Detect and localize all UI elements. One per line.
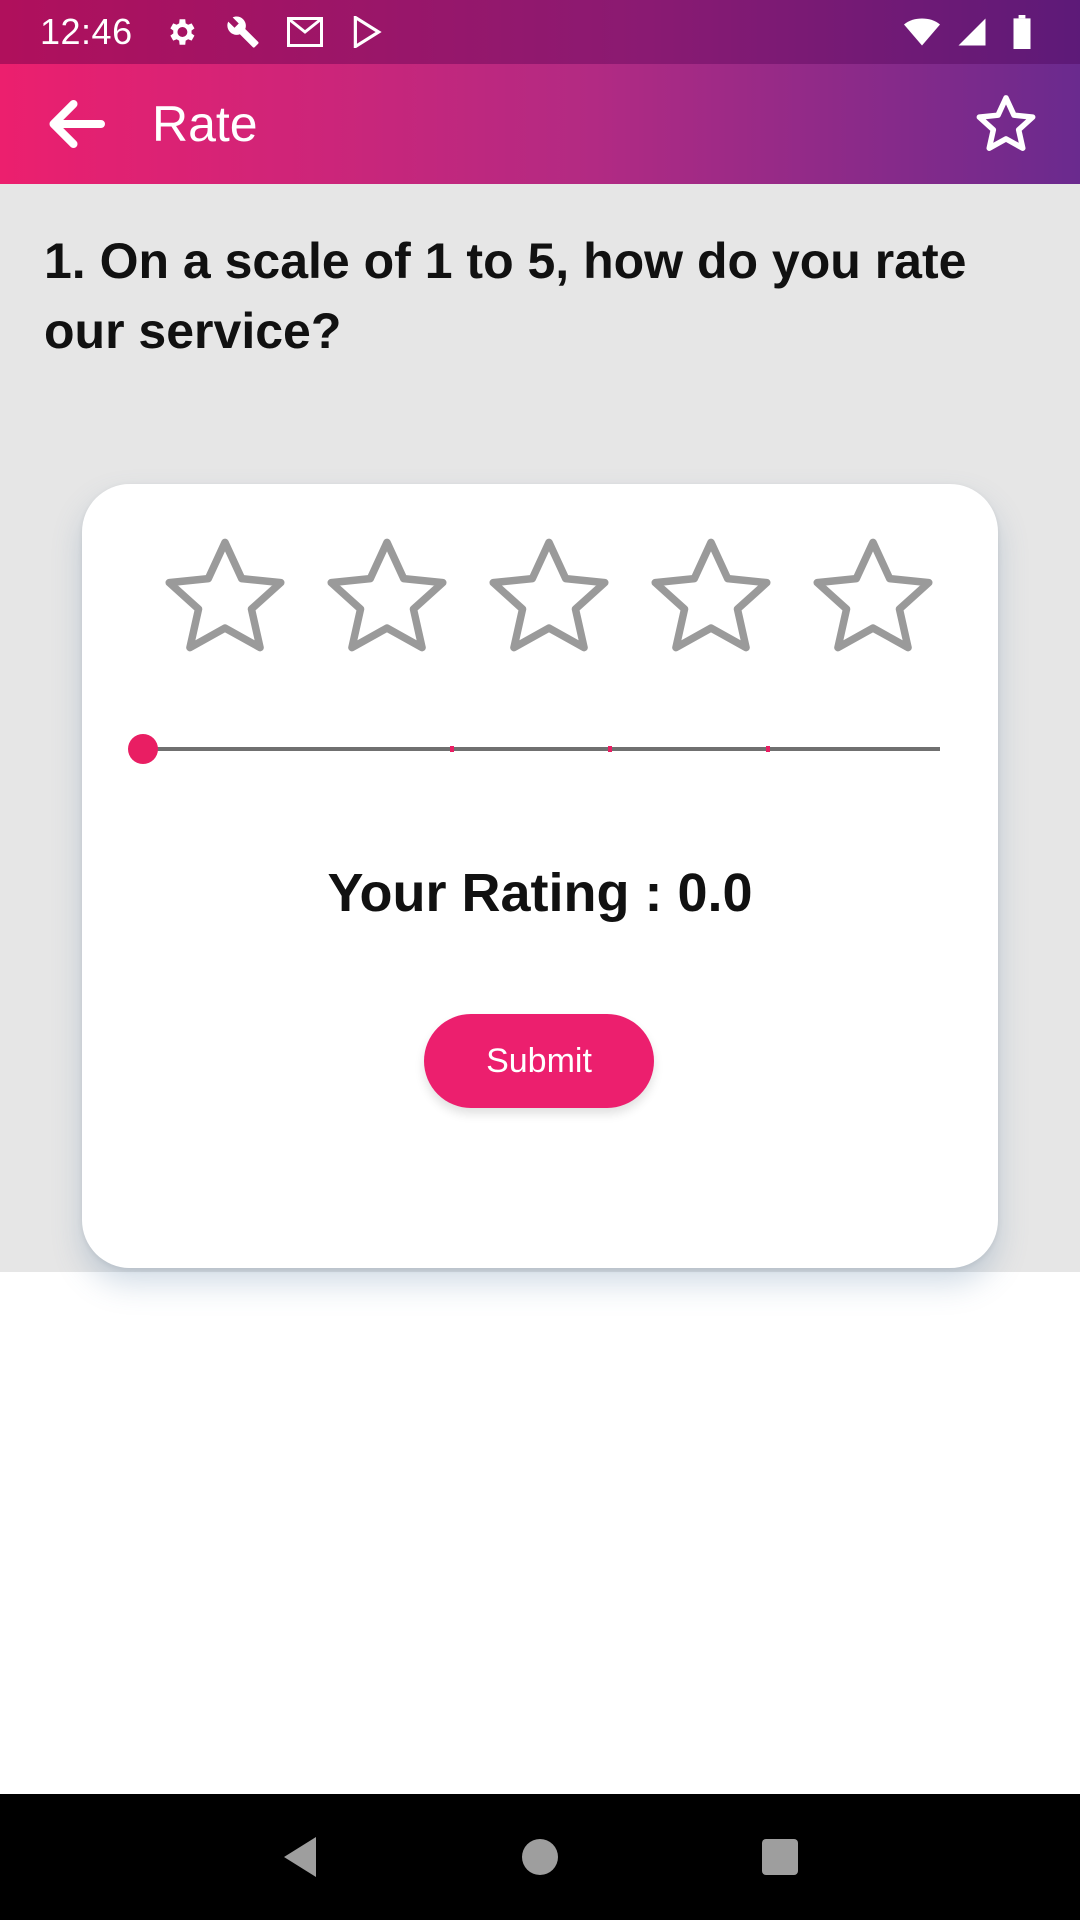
slider-track xyxy=(142,747,940,751)
rating-slider[interactable] xyxy=(128,734,940,764)
rating-value-label: Your Rating : 0.0 xyxy=(327,863,753,923)
status-time: 12:46 xyxy=(40,11,133,52)
slider-tick xyxy=(450,746,454,752)
battery-icon xyxy=(1004,14,1040,50)
star-icon[interactable] xyxy=(642,528,780,666)
question-text: 1. On a scale of 1 to 5, how do you rate… xyxy=(44,233,967,359)
status-bar: 12:46 xyxy=(0,0,1080,64)
star-rating-bar[interactable] xyxy=(156,528,942,666)
nav-back-button[interactable] xyxy=(270,1827,330,1887)
star-icon[interactable] xyxy=(156,528,294,666)
rate-screen: 12:46 Rate 1. On a scale of 1 to 5, how … xyxy=(0,0,1080,1920)
recents-square-icon xyxy=(762,1839,798,1875)
gmail-icon xyxy=(286,14,323,50)
submit-button[interactable]: Submit xyxy=(424,1014,654,1108)
star-icon[interactable] xyxy=(804,528,942,666)
wrench-icon xyxy=(225,14,261,50)
star-icon[interactable] xyxy=(318,528,456,666)
slider-tick xyxy=(608,746,612,752)
slider-tick xyxy=(766,746,770,752)
slider-thumb[interactable] xyxy=(128,734,158,764)
star-outline-icon xyxy=(976,95,1036,151)
back-triangle-icon xyxy=(284,1837,316,1877)
back-button[interactable] xyxy=(36,84,116,164)
play-store-icon xyxy=(349,14,385,50)
home-circle-icon xyxy=(522,1839,558,1875)
star-icon[interactable] xyxy=(480,528,618,666)
nav-home-button[interactable] xyxy=(510,1827,570,1887)
arrow-back-icon xyxy=(49,100,105,148)
app-bar: Rate xyxy=(0,64,1080,184)
rating-card: Your Rating : 0.0 Submit xyxy=(82,484,998,1268)
signal-icon xyxy=(954,14,990,50)
wifi-icon xyxy=(904,14,940,50)
status-icons-right xyxy=(904,14,1040,50)
system-nav-bar xyxy=(0,1794,1080,1920)
nav-recents-button[interactable] xyxy=(750,1827,810,1887)
page-title: Rate xyxy=(152,96,258,152)
settings-gear-icon xyxy=(163,14,199,50)
favorite-button[interactable] xyxy=(966,84,1046,164)
status-icons-left xyxy=(163,14,385,50)
